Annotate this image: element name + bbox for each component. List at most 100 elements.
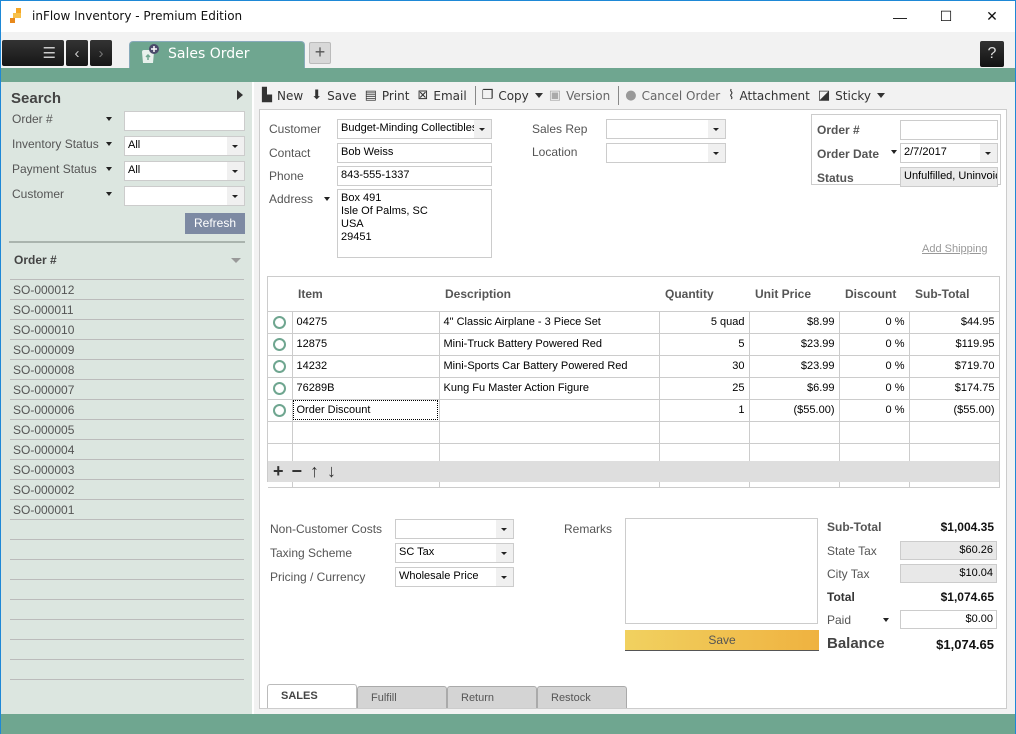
column-header-item[interactable]: Item (292, 277, 439, 312)
dropdown-arrow-icon[interactable] (980, 144, 997, 162)
empty-table-row[interactable] (268, 420, 1000, 444)
empty-cell[interactable] (838, 420, 910, 444)
dropdown-arrow-icon[interactable] (496, 568, 513, 586)
sticky-dropdown-caret-icon[interactable] (877, 93, 886, 98)
quantity-cell[interactable]: 5 quad (658, 310, 750, 334)
non-customer-costs-select[interactable] (395, 519, 514, 539)
remove-row-icon[interactable]: − (292, 461, 303, 482)
list-column-header[interactable]: Order # (14, 253, 57, 267)
save-toolbar-button[interactable]: ⬇ Save (311, 88, 356, 103)
cancel-order-button[interactable]: ● Cancel Order (625, 88, 720, 103)
pricing-currency-select[interactable]: Wholesale Price (395, 567, 514, 587)
column-header-description[interactable]: Description (439, 277, 659, 312)
row-radio-icon[interactable] (273, 315, 287, 329)
subtotal-cell[interactable]: ($55.00) (908, 398, 1000, 422)
order-list-item[interactable]: SO-000001 (10, 499, 244, 519)
contact-input[interactable]: Bob Weiss (337, 143, 492, 163)
unit-price-cell[interactable]: $8.99 (748, 310, 840, 334)
order-list-item[interactable]: SO-000003 (10, 459, 244, 479)
subtotal-cell[interactable]: $44.95 (908, 310, 1000, 334)
collapse-arrow-icon[interactable] (237, 90, 243, 100)
taxing-scheme-select[interactable]: SC Tax (395, 543, 514, 563)
subtotal-cell[interactable]: $174.75 (908, 376, 1000, 400)
empty-cell[interactable] (268, 420, 293, 444)
unit-price-cell[interactable]: $23.99 (748, 332, 840, 356)
order-list-item[interactable]: SO-000007 (10, 379, 244, 399)
filter-options-caret-icon[interactable] (106, 142, 112, 146)
unit-price-cell[interactable]: $6.99 (748, 376, 840, 400)
unit-price-cell[interactable]: $23.99 (748, 354, 840, 378)
description-cell[interactable]: 4" Classic Airplane - 3 Piece Set (438, 310, 660, 334)
order-date-picker[interactable]: 2/7/2017 (900, 143, 998, 163)
refresh-button[interactable]: Refresh (185, 213, 245, 234)
customer-select[interactable]: Budget-Minding Collectibles (337, 119, 492, 139)
column-header-quantity[interactable]: Quantity (659, 277, 749, 312)
quantity-cell[interactable]: 30 (658, 354, 750, 378)
dropdown-arrow-icon[interactable] (474, 120, 491, 138)
subtotal-cell[interactable]: $119.95 (908, 332, 1000, 356)
row-radio-icon[interactable] (273, 337, 287, 351)
row-select-cell[interactable] (268, 310, 293, 334)
tab-restock[interactable]: Restock (537, 686, 627, 708)
empty-cell[interactable] (748, 420, 840, 444)
table-row[interactable]: 12875 Mini-Truck Battery Powered Red 5 $23.… (268, 332, 1000, 356)
item-cell[interactable]: Order Discount (291, 398, 440, 422)
row-select-cell[interactable] (268, 398, 293, 422)
filter-order-no-input[interactable] (124, 111, 245, 131)
close-button[interactable]: ✕ (969, 1, 1015, 32)
move-up-icon[interactable]: ↑ (310, 461, 319, 482)
filter-options-caret-icon[interactable] (106, 192, 112, 196)
sales-rep-select[interactable] (606, 119, 726, 139)
table-row[interactable]: 76289B Kung Fu Master Action Figure 25 $6.9… (268, 376, 1000, 400)
order-list-item[interactable]: SO-000008 (10, 359, 244, 379)
menu-button[interactable]: ☰ (2, 40, 64, 66)
remarks-textarea[interactable] (625, 518, 818, 624)
dropdown-arrow-icon[interactable] (227, 187, 244, 205)
help-button[interactable]: ? (980, 41, 1004, 67)
sticky-button[interactable]: ◪ Sticky (818, 88, 871, 103)
forward-button[interactable]: › (90, 40, 112, 66)
dropdown-arrow-icon[interactable] (496, 520, 513, 538)
order-list-item[interactable]: SO-000011 (10, 299, 244, 319)
unit-price-cell[interactable]: ($55.00) (748, 398, 840, 422)
email-button[interactable]: ⊠ Email (417, 88, 466, 103)
tab-sales[interactable]: SALES (267, 684, 357, 708)
paid-input[interactable]: $0.00 (900, 610, 997, 629)
order-list-item[interactable]: SO-000010 (10, 319, 244, 339)
filter-payment-status-select[interactable]: All (124, 161, 245, 181)
item-cell[interactable]: 12875 (291, 332, 440, 356)
order-list-item[interactable]: SO-000002 (10, 479, 244, 499)
description-cell[interactable]: Kung Fu Master Action Figure (438, 376, 660, 400)
quantity-cell[interactable]: 25 (658, 376, 750, 400)
order-list-item[interactable]: SO-000004 (10, 439, 244, 459)
print-button[interactable]: ▤ Print (365, 88, 410, 103)
sort-arrow-icon[interactable] (231, 258, 241, 263)
new-button[interactable]: ▙ New (262, 88, 303, 103)
copy-dropdown-caret-icon[interactable] (534, 93, 543, 98)
add-shipping-link[interactable]: Add Shipping (922, 243, 987, 255)
quantity-cell[interactable]: 5 (658, 332, 750, 356)
row-radio-icon[interactable] (273, 381, 287, 395)
quantity-cell[interactable]: 1 (658, 398, 750, 422)
description-cell[interactable]: Mini-Truck Battery Powered Red (438, 332, 660, 356)
filter-inventory-status-select[interactable]: All (124, 136, 245, 156)
empty-cell[interactable] (291, 420, 440, 444)
dropdown-arrow-icon[interactable] (708, 144, 725, 162)
attachment-button[interactable]: ⌇ Attachment (728, 88, 810, 103)
column-header-subtotal[interactable]: Sub-Total (909, 277, 999, 312)
item-cell[interactable]: 04275 (291, 310, 440, 334)
filter-options-caret-icon[interactable] (106, 167, 112, 171)
row-select-cell[interactable] (268, 332, 293, 356)
discount-cell[interactable]: 0 % (838, 398, 910, 422)
description-cell[interactable]: Mini-Sports Car Battery Powered Red (438, 354, 660, 378)
empty-cell[interactable] (658, 420, 750, 444)
move-down-icon[interactable]: ↓ (327, 461, 336, 482)
tab-return[interactable]: Return (447, 686, 537, 708)
discount-cell[interactable]: 0 % (838, 310, 910, 334)
row-radio-icon[interactable] (273, 359, 287, 373)
order-list-item[interactable]: SO-000005 (10, 419, 244, 439)
order-list-item[interactable]: SO-000012 (10, 279, 244, 299)
empty-cell[interactable] (438, 420, 660, 444)
discount-cell[interactable]: 0 % (838, 332, 910, 356)
maximize-button[interactable]: ☐ (923, 1, 969, 32)
